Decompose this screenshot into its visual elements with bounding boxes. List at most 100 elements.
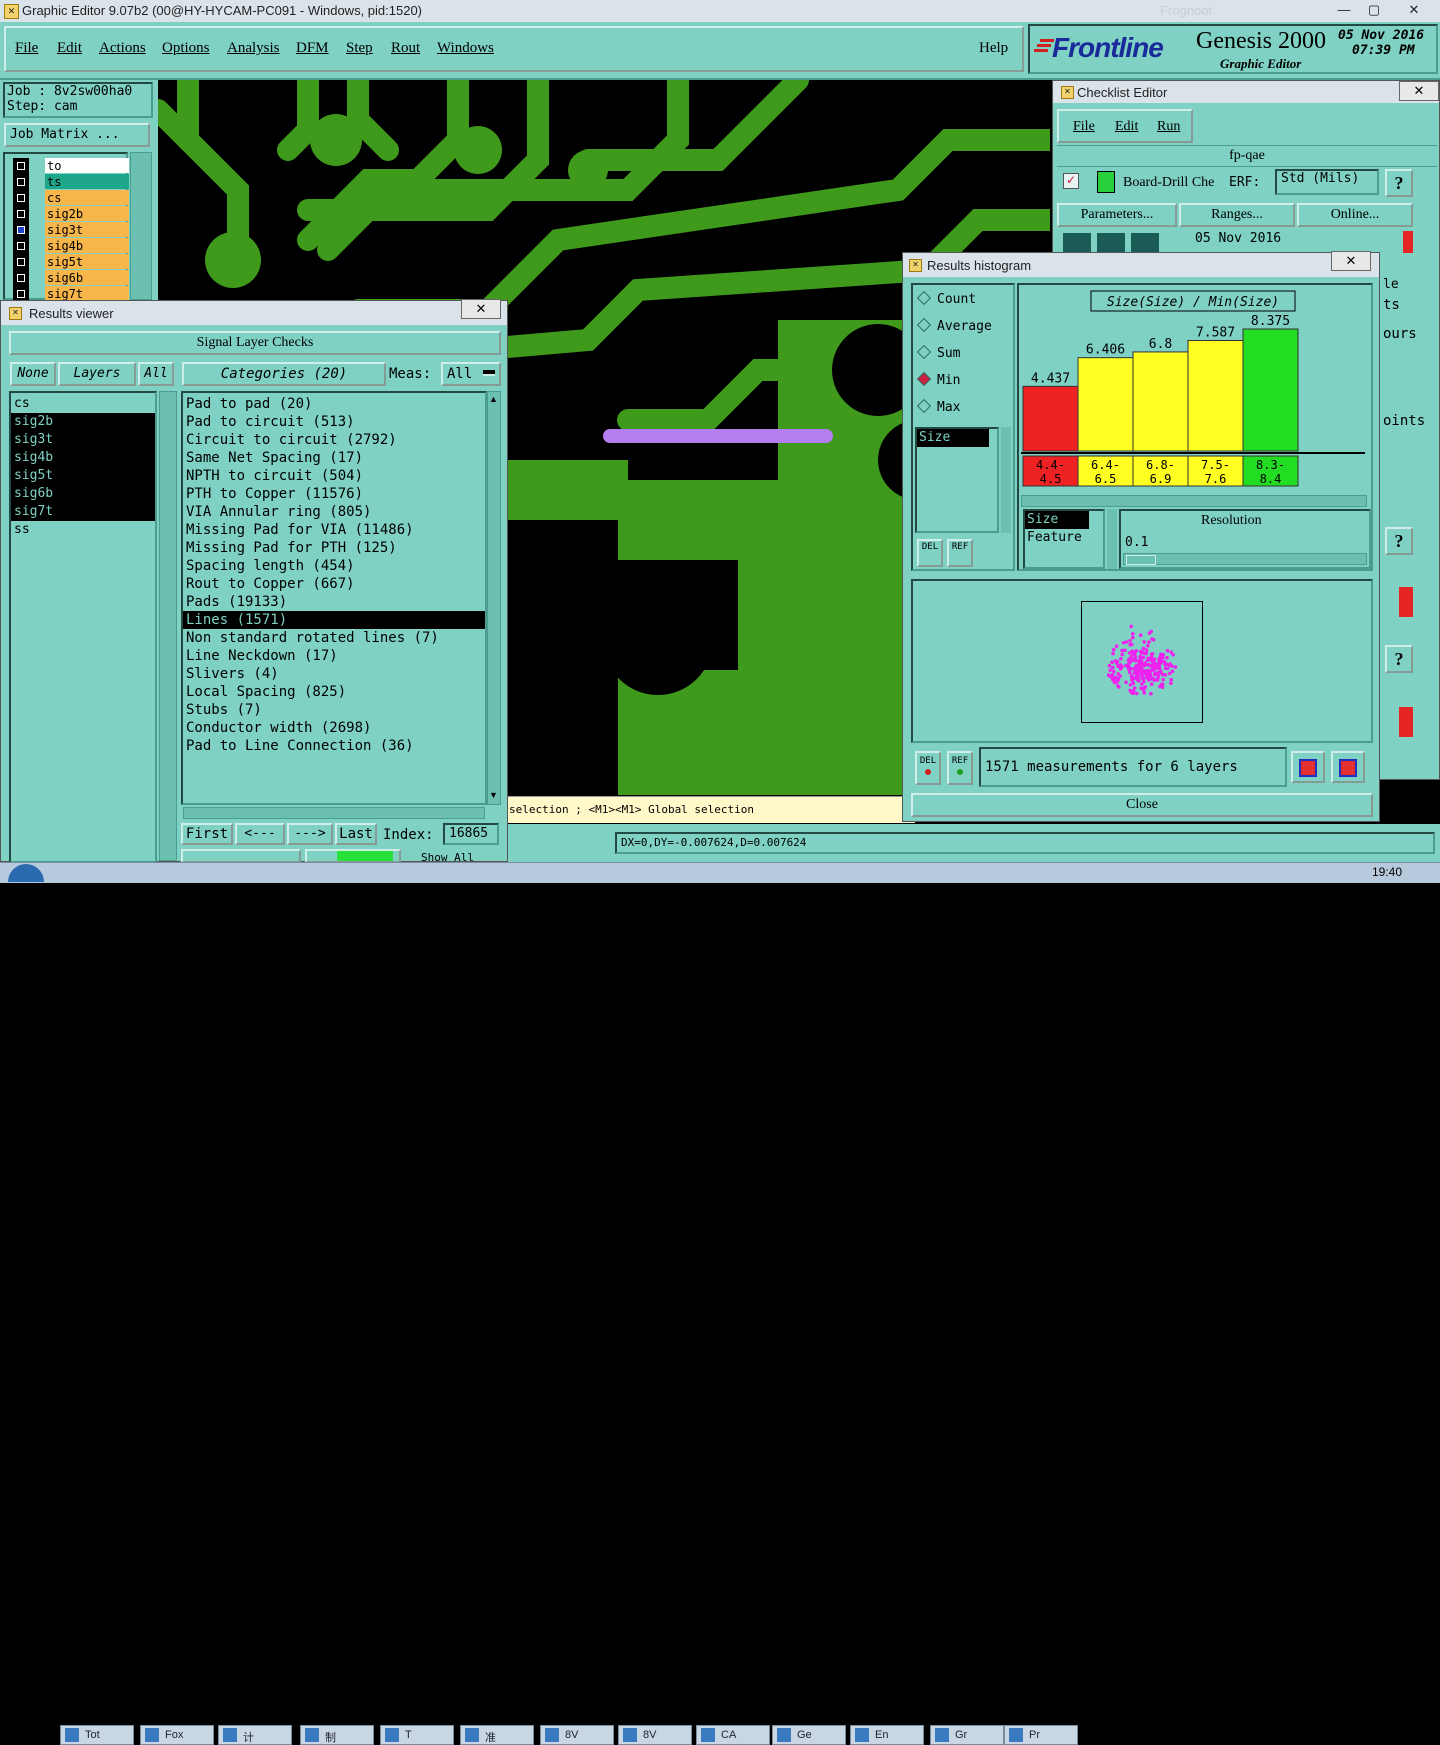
layer-name[interactable]: sig6b (45, 270, 129, 285)
help-question-icon-3[interactable]: ? (1385, 645, 1413, 673)
category-item[interactable]: Pad to pad (20) (183, 395, 485, 413)
attribute-item-size[interactable]: Size (917, 429, 989, 447)
layer-name[interactable]: sig2b (45, 206, 129, 221)
export-icon-1[interactable] (1291, 751, 1325, 783)
taskbar-item[interactable]: 制 (300, 1725, 374, 1745)
resolution-slider-thumb[interactable] (1126, 555, 1156, 565)
checklist-menu-file[interactable]: File (1073, 119, 1095, 135)
category-item[interactable]: Missing Pad for VIA (11486) (183, 521, 485, 539)
taskbar-item[interactable]: Tot (60, 1725, 134, 1745)
result-layer-item[interactable]: sig7t (11, 503, 155, 521)
layer-row-sig3t[interactable]: sig3t (13, 222, 129, 238)
layer-name[interactable]: sig5t (45, 254, 129, 269)
del-small-button[interactable]: DEL (917, 539, 943, 567)
layer-checkbox[interactable] (13, 174, 29, 190)
category-item[interactable]: Non standard rotated lines (7) (183, 629, 485, 647)
all-layers-button[interactable]: All (138, 362, 174, 386)
mode-radio-sum[interactable]: Sum (916, 344, 960, 363)
layer-checkbox[interactable] (13, 270, 29, 286)
close-button[interactable]: ✕ (1392, 0, 1436, 20)
scroll-up-icon[interactable]: ▲ (489, 394, 498, 404)
categories-button[interactable]: Categories (20) (182, 362, 386, 386)
maximize-button[interactable]: ▢ (1360, 0, 1388, 20)
ref-button[interactable]: REF (947, 751, 973, 785)
results-bottom-button-1[interactable] (181, 849, 301, 863)
check-enabled-icon[interactable]: ✓ (1063, 173, 1079, 189)
layer-checkbox[interactable] (13, 238, 29, 254)
results-bottom-button-2[interactable] (305, 849, 401, 863)
layer-name[interactable]: to (45, 158, 129, 173)
result-layer-scrollbar[interactable] (159, 391, 177, 861)
category-item[interactable]: Missing Pad for PTH (125) (183, 539, 485, 557)
layer-checkbox[interactable] (13, 158, 29, 174)
export-icon-2[interactable] (1331, 751, 1365, 783)
layer-row-sig4b[interactable]: sig4b (13, 238, 129, 254)
attribute-scrollbar[interactable] (1001, 427, 1011, 533)
resolution-slider[interactable] (1123, 553, 1367, 565)
job-matrix-button[interactable]: Job Matrix ... (4, 123, 150, 147)
taskbar-item[interactable]: En (850, 1725, 924, 1745)
taskbar-item[interactable]: T (380, 1725, 454, 1745)
layer-checkbox[interactable] (13, 254, 29, 270)
help-question-icon[interactable]: ? (1385, 169, 1413, 197)
menu-analysis[interactable]: Analysis (227, 40, 280, 57)
result-layer-item[interactable]: sig6b (11, 485, 155, 503)
category-item[interactable]: Rout to Copper (667) (183, 575, 485, 593)
layer-row-sig5t[interactable]: sig5t (13, 254, 129, 270)
online-button[interactable]: Online... (1297, 203, 1413, 227)
result-layer-item[interactable]: sig2b (11, 413, 155, 431)
feature-scrollbar[interactable] (1107, 509, 1117, 569)
menu-step[interactable]: Step (346, 40, 373, 57)
parameters-button[interactable]: Parameters... (1057, 203, 1177, 227)
layer-checkbox[interactable] (13, 222, 29, 238)
none-button[interactable]: None (10, 362, 56, 386)
minimize-button[interactable]: — (1330, 0, 1358, 20)
category-hscrollbar[interactable] (183, 807, 485, 819)
menu-actions[interactable]: Actions (99, 40, 146, 57)
layer-name[interactable]: ts (45, 174, 129, 189)
category-item[interactable]: Pad to Line Connection (36) (183, 737, 485, 755)
category-item[interactable]: Same Net Spacing (17) (183, 449, 485, 467)
feature-item-size[interactable]: Size (1025, 511, 1089, 529)
histogram-close-icon[interactable]: ✕ (1331, 251, 1371, 271)
chart-hscrollbar[interactable] (1021, 495, 1367, 507)
category-item[interactable]: Local Spacing (825) (183, 683, 485, 701)
category-item[interactable]: VIA Annular ring (805) (183, 503, 485, 521)
checklist-menu-run[interactable]: Run (1157, 119, 1180, 135)
category-item[interactable]: Conductor width (2698) (183, 719, 485, 737)
erf-field[interactable]: Std (Mils) (1275, 169, 1379, 195)
layer-checkbox[interactable] (13, 190, 29, 206)
category-item[interactable]: Slivers (4) (183, 665, 485, 683)
index-input[interactable]: 16865 (443, 823, 499, 845)
taskbar-item[interactable]: Gr (930, 1725, 1004, 1745)
category-item[interactable]: Stubs (7) (183, 701, 485, 719)
scroll-down-icon[interactable]: ▼ (489, 790, 498, 800)
menu-windows[interactable]: Windows (437, 40, 494, 57)
menu-dfm[interactable]: DFM (296, 40, 329, 57)
menu-options[interactable]: Options (162, 40, 210, 57)
prev-button[interactable]: <--- (235, 823, 285, 845)
meas-dropdown[interactable]: All (441, 362, 501, 386)
result-layer-item[interactable]: cs (11, 395, 155, 413)
layer-checkbox[interactable] (13, 206, 29, 222)
taskbar-item[interactable]: Pr (1004, 1725, 1078, 1745)
help-question-icon-2[interactable]: ? (1385, 527, 1413, 555)
layer-row-sig2b[interactable]: sig2b (13, 206, 129, 222)
layer-name[interactable]: sig3t (45, 222, 129, 237)
taskbar-item[interactable]: 8V (618, 1725, 692, 1745)
last-button[interactable]: Last (335, 823, 377, 845)
category-item[interactable]: Pads (19133) (183, 593, 485, 611)
category-list-scrollbar[interactable]: ▲ ▼ (487, 391, 501, 805)
feature-item-feature[interactable]: Feature (1025, 529, 1103, 547)
first-button[interactable]: First (181, 823, 233, 845)
next-button[interactable]: ---> (287, 823, 333, 845)
menu-rout[interactable]: Rout (391, 40, 420, 57)
mode-radio-average[interactable]: Average (916, 317, 992, 336)
category-item[interactable]: PTH to Copper (11576) (183, 485, 485, 503)
category-item[interactable]: Spacing length (454) (183, 557, 485, 575)
start-button-icon[interactable] (8, 864, 44, 882)
mode-radio-min[interactable]: Min (916, 371, 960, 390)
layer-row-cs[interactable]: cs (13, 190, 129, 206)
del-button[interactable]: DEL (915, 751, 941, 785)
taskbar-item[interactable]: Ge (772, 1725, 846, 1745)
